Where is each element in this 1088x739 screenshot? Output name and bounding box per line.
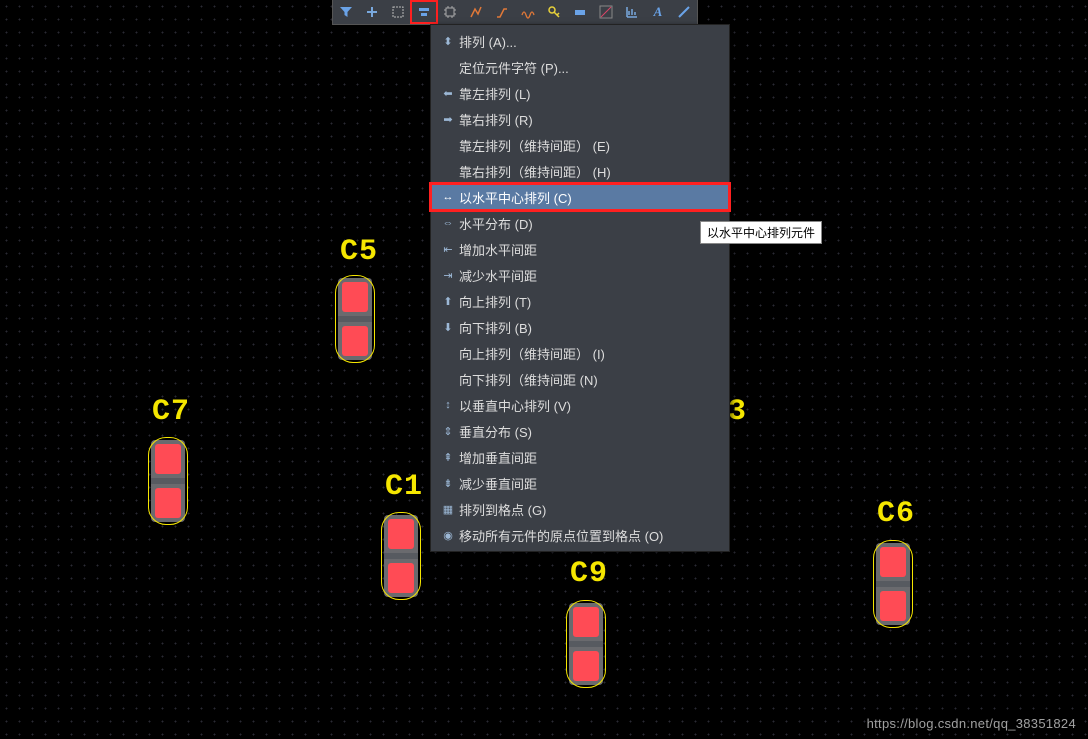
route-icon[interactable] [489,1,515,23]
menu-item-align-bottom-keep[interactable]: 向下排列（维持间距 (N) [431,366,729,392]
align-button[interactable] [411,1,437,23]
wave-icon[interactable] [515,1,541,23]
refdes-fragment: 3 [728,395,746,429]
menu-item-align-left[interactable]: ⬅靠左排列 (L) [431,80,729,106]
line-icon[interactable] [671,1,697,23]
component-c9[interactable] [566,600,606,688]
menu-item-align-top[interactable]: ⬆向上排列 (T) [431,288,729,314]
menu-item-align-right[interactable]: ➡靠右排列 (R) [431,106,729,132]
menu-item-h-dec-space[interactable]: ⇥减少水平间距 [431,262,729,288]
menu-item-locate-chars[interactable]: 定位元件字符 (P)... [431,54,729,80]
menu-item-v-center[interactable]: ↕以垂直中心排列 (V) [431,392,729,418]
toolbar: A [332,0,698,25]
component-c6[interactable] [873,540,913,628]
key-icon[interactable] [541,1,567,23]
align-menu: ⬍排列 (A)... 定位元件字符 (P)... ⬅靠左排列 (L) ➡靠右排列… [430,24,730,552]
text-icon[interactable]: A [645,1,671,23]
trace-icon[interactable] [593,1,619,23]
refdes-c1: C1 [385,470,423,504]
chart-icon[interactable] [619,1,645,23]
menu-item-snap-grid[interactable]: ▦排列到格点 (G) [431,496,729,522]
menu-item-move-origins-grid[interactable]: ◉移动所有元件的原点位置到格点 (O) [431,522,729,548]
menu-item-h-distribute[interactable]: ⇔水平分布 (D) [431,210,729,236]
filter-icon[interactable] [333,1,359,23]
menu-item-v-dec-space[interactable]: ⇟减少垂直间距 [431,470,729,496]
component-c5[interactable] [335,275,375,363]
chip-icon[interactable] [437,1,463,23]
refdes-c9: C9 [570,557,608,591]
refdes-c6: C6 [877,497,915,531]
menu-label: 排列 (A)... [459,32,719,51]
plus-icon[interactable] [359,1,385,23]
menu-item-align-top-keep[interactable]: 向上排列（维持间距） (I) [431,340,729,366]
refdes-c7: C7 [152,395,190,429]
component-c7[interactable] [148,437,188,525]
watermark: https://blog.csdn.net/qq_38351824 [867,716,1076,731]
pad-icon[interactable] [567,1,593,23]
menu-item-align-bottom[interactable]: ⬇向下排列 (B) [431,314,729,340]
menu-item-arrange[interactable]: ⬍排列 (A)... [431,28,729,54]
select-box-icon[interactable] [385,1,411,23]
tooltip: 以水平中心排列元件 [700,221,822,244]
menu-item-align-right-keep[interactable]: 靠右排列（维持间距） (H) [431,158,729,184]
menu-item-h-inc-space[interactable]: ⇤增加水平间距 [431,236,729,262]
segment-icon[interactable] [463,1,489,23]
refdes-c5: C5 [340,235,378,269]
menu-item-v-inc-space[interactable]: ⇞增加垂直间距 [431,444,729,470]
menu-item-v-distribute[interactable]: ⇕垂直分布 (S) [431,418,729,444]
arrange-icon: ⬍ [437,35,459,48]
menu-item-align-left-keep[interactable]: 靠左排列（维持间距） (E) [431,132,729,158]
menu-item-h-center[interactable]: ↔以水平中心排列 (C) [431,184,729,210]
component-c1[interactable] [381,512,421,600]
